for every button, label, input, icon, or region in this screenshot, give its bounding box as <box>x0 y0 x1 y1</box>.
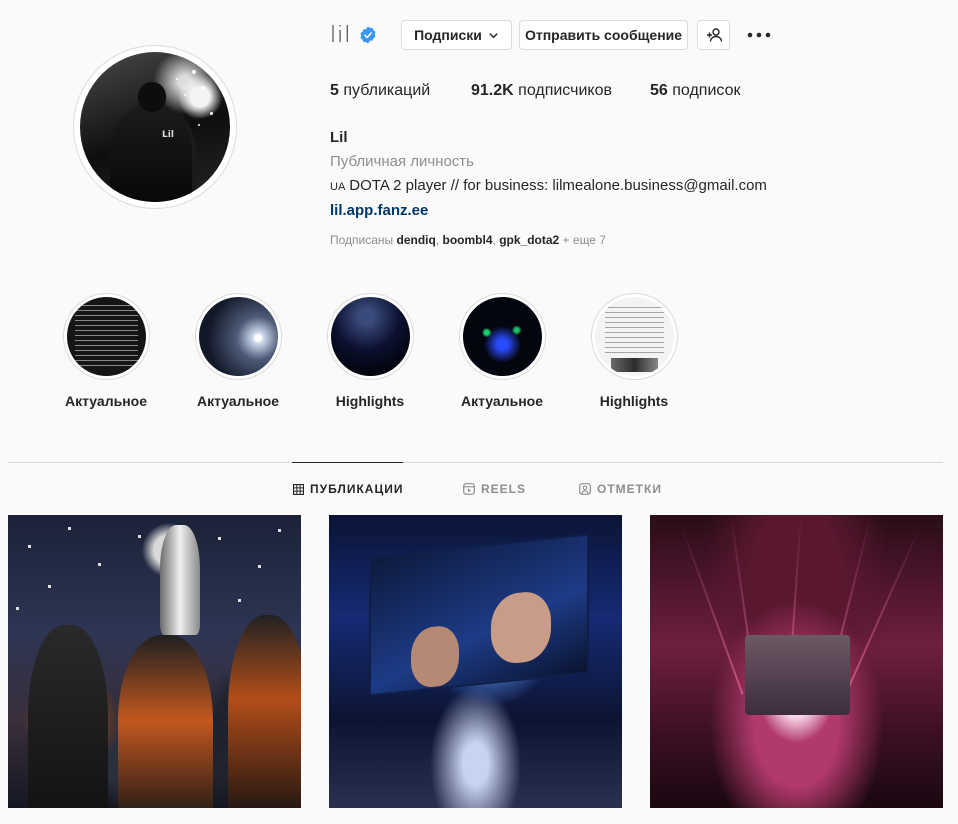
highlight-item[interactable]: Highlights <box>568 293 700 409</box>
send-message-button[interactable]: Отправить сообщение <box>519 20 688 50</box>
highlight-label: Актуальное <box>64 393 147 409</box>
screen-shape <box>369 533 589 697</box>
highlight-cover <box>198 297 278 376</box>
username-row: lil <box>330 19 377 51</box>
highlight-item[interactable]: Актуальное <box>172 293 304 409</box>
profile-name: Lil <box>330 129 348 146</box>
add-person-icon <box>706 28 722 42</box>
posts-count: 5 публикаций <box>330 82 431 99</box>
post-thumbnail[interactable] <box>650 515 943 808</box>
more-options-button[interactable] <box>745 24 773 46</box>
ukraine-flag-text: UA <box>330 181 346 193</box>
external-link[interactable]: lil.app.fanz.ee <box>330 199 767 223</box>
verified-badge-icon <box>360 26 376 44</box>
highlight-label: Актуальное <box>460 393 543 409</box>
post-thumbnail[interactable] <box>329 515 622 808</box>
profile-stats: 5 публикаций 91.2K подписчиков 56 подпис… <box>330 82 780 100</box>
highlight-cover <box>594 297 674 376</box>
highlight-label: Highlights <box>599 393 669 409</box>
following-dropdown-button[interactable]: Подписки <box>401 20 512 50</box>
more-options-icon <box>747 32 771 38</box>
highlight-label: Highlights <box>335 393 405 409</box>
profile-bio: Lil Публичная личность UA DOTA 2 player /… <box>330 126 767 223</box>
profile-category: Публичная личность <box>330 153 474 170</box>
highlight-item[interactable]: Актуальное <box>40 293 172 409</box>
profile-tabs: ПУБЛИКАЦИИ REELS ОТМЕТКИ <box>0 482 958 498</box>
suggested-accounts-button[interactable] <box>697 20 730 50</box>
highlight-item[interactable]: Highlights <box>304 293 436 409</box>
highlight-label: Актуальное <box>196 393 279 409</box>
send-message-label: Отправить сообщение <box>524 27 683 43</box>
tagged-icon <box>579 483 591 495</box>
following-button-label: Подписки <box>414 27 482 43</box>
username: lil <box>330 22 352 48</box>
post-thumbnail[interactable] <box>8 515 301 808</box>
profile-avatar-button[interactable]: Lil <box>73 45 237 209</box>
followed-by[interactable]: Подписаны dendiq, boombl4, gpk_dota2 + е… <box>330 233 606 247</box>
followers-count-link[interactable]: 91.2K подписчиков <box>471 82 650 100</box>
arena-screen-shape <box>745 635 850 715</box>
active-tab-indicator <box>292 462 403 463</box>
grid-icon <box>293 483 304 495</box>
story-highlights: Актуальное Актуальное Highlights Актуаль… <box>40 293 700 409</box>
chevron-down-icon <box>489 32 498 38</box>
reels-icon <box>463 483 475 495</box>
highlight-cover <box>66 297 146 376</box>
tab-reels[interactable]: REELS <box>463 482 526 496</box>
trophy-shape <box>160 525 200 635</box>
bio-text: UA DOTA 2 player // for business: lilmeal… <box>330 177 767 194</box>
tab-posts[interactable]: ПУБЛИКАЦИИ <box>293 482 403 496</box>
tab-tagged[interactable]: ОТМЕТКИ <box>579 482 662 496</box>
tabs-divider <box>8 462 943 463</box>
highlight-cover <box>462 297 542 376</box>
highlight-cover <box>330 297 410 376</box>
avatar: Lil <box>80 52 230 202</box>
following-count-link[interactable]: 56 подписок <box>650 82 740 100</box>
highlight-item[interactable]: Актуальное <box>436 293 568 409</box>
